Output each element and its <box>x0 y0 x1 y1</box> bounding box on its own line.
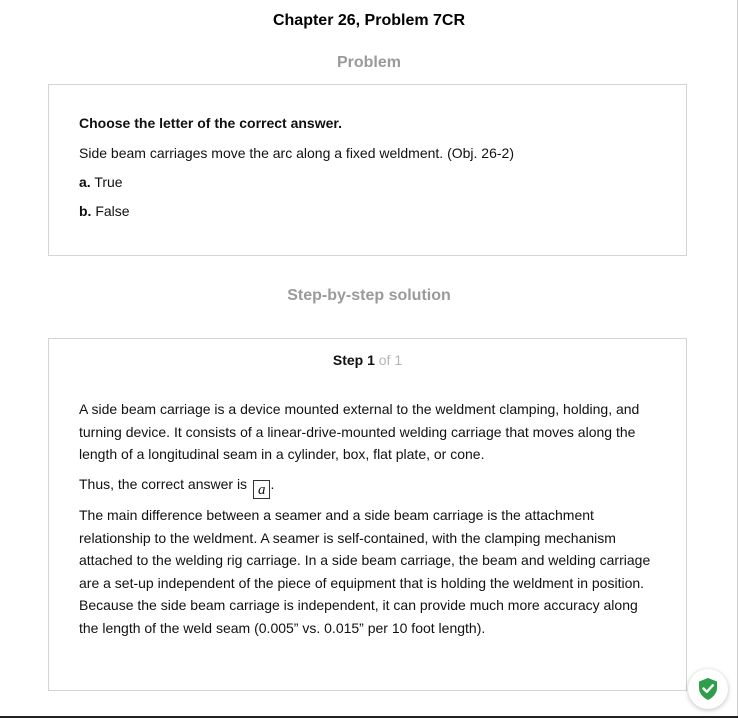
boxed-answer: a <box>252 480 271 499</box>
step-label: Step 1 <box>332 352 375 368</box>
problem-heading: Problem <box>336 54 401 71</box>
solution-card: Step 1 of 1 A side beam carriage is a de… <box>48 338 687 691</box>
step-count: of 1 <box>378 352 403 368</box>
answer-prefix: Thus, the correct answer is <box>79 476 248 492</box>
problem-question: Side beam carriages move the arc along a… <box>79 145 514 161</box>
problem-card: Choose the letter of the correct answer.… <box>48 84 687 256</box>
option-letter: a. <box>79 174 91 190</box>
solution-paragraph: The main difference between a seamer and… <box>79 507 651 636</box>
security-badge[interactable] <box>688 669 728 709</box>
solution-heading: Step-by-step solution <box>287 287 451 304</box>
answer-statement: Thus, the correct answer is a. <box>79 473 659 499</box>
solution-paragraph: A side beam carriage is a device mounted… <box>79 401 640 462</box>
option-letter: b. <box>79 203 92 219</box>
option-text: True <box>94 174 123 190</box>
problem-instruction: Choose the letter of the correct answer. <box>79 115 342 131</box>
step-header: Step 1 of 1 <box>49 352 686 368</box>
answer-option-b: b. False <box>79 203 130 219</box>
answer-option-a: a. True <box>79 174 123 190</box>
shield-check-icon <box>699 678 717 700</box>
option-text: False <box>95 203 130 219</box>
answer-suffix: . <box>270 476 275 492</box>
page-title: Chapter 26, Problem 7CR <box>272 12 466 29</box>
